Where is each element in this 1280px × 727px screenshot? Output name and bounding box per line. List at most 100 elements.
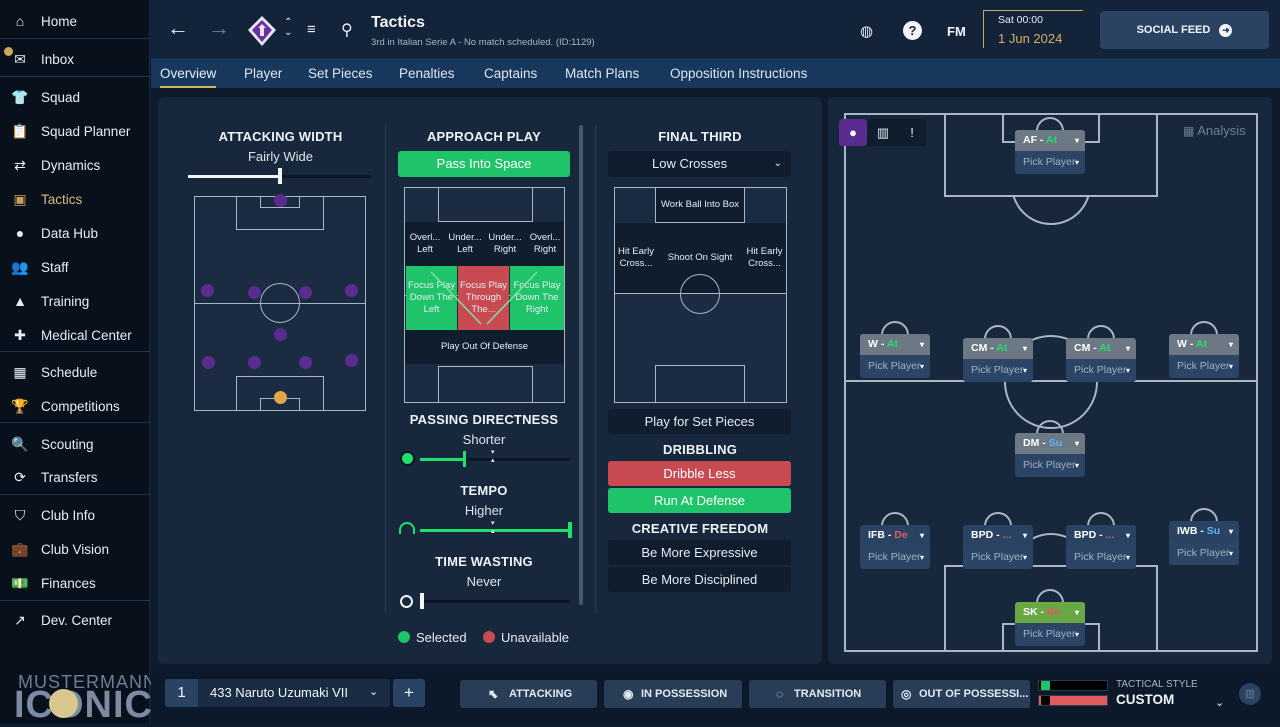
analysis-button[interactable]: ▦ Analysis bbox=[1183, 123, 1265, 143]
tab-set-pieces[interactable]: Set Pieces bbox=[308, 58, 373, 88]
play-out-of-defense-option[interactable]: Play Out Of Defense bbox=[405, 330, 564, 364]
approach-play-selected-button[interactable]: Pass Into Space bbox=[398, 151, 570, 177]
role-label[interactable]: BPD - ... ▾ bbox=[1066, 525, 1136, 546]
role-label[interactable]: IFB - De ▾ bbox=[860, 525, 930, 546]
pick-player-dropdown[interactable]: Pick Player ▾ bbox=[1169, 542, 1239, 565]
run-at-defense-button[interactable]: Run At Defense bbox=[608, 488, 791, 513]
sidebar-item-club-info[interactable]: ⛉ Club Info bbox=[0, 500, 150, 530]
chevron-down-icon[interactable]: ⌄ bbox=[1215, 696, 1224, 709]
time-wasting-slider-handle[interactable] bbox=[420, 593, 424, 609]
search-icon[interactable]: ⚲ bbox=[341, 20, 353, 40]
overlap-left-option[interactable]: Overl... Left bbox=[405, 224, 445, 264]
role-label[interactable]: CM - At ▾ bbox=[1066, 338, 1136, 359]
menu-icon[interactable]: ≡ bbox=[307, 21, 316, 38]
hit-early-crosses-right-option[interactable]: Hit Early Cross... bbox=[743, 223, 786, 293]
role-label[interactable]: IWB - Su ▾ bbox=[1169, 521, 1239, 542]
attacking-width-slider-handle[interactable] bbox=[278, 168, 282, 184]
pick-player-dropdown[interactable]: Pick Player ▾ bbox=[1169, 355, 1239, 378]
role-slot-iwb[interactable]: IWB - Su ▾ Pick Player ▾ bbox=[1169, 521, 1239, 565]
pick-player-dropdown[interactable]: Pick Player ▾ bbox=[963, 359, 1033, 382]
pick-player-dropdown[interactable]: Pick Player ▾ bbox=[1015, 454, 1085, 477]
role-label[interactable]: AF - At ▾ bbox=[1015, 130, 1085, 151]
role-slot-sk[interactable]: SK - De ▾ Pick Player ▾ bbox=[1015, 602, 1085, 646]
sidebar-item-data-hub[interactable]: ● Data Hub bbox=[0, 218, 150, 248]
tab-penalties[interactable]: Penalties bbox=[399, 58, 455, 88]
pick-player-dropdown[interactable]: Pick Player ▾ bbox=[860, 355, 930, 378]
sidebar-item-squad[interactable]: 👕 Squad bbox=[0, 82, 150, 112]
out-of-possession-phase-button[interactable]: ◎ OUT OF POSSESSI... bbox=[893, 680, 1030, 708]
attacking-phase-button[interactable]: ⬉ ATTACKING bbox=[460, 680, 597, 708]
tactic-selector[interactable]: 1 433 Naruto Uzumaki VII ⌄ bbox=[165, 679, 390, 707]
pick-player-dropdown[interactable]: Pick Player ▾ bbox=[963, 546, 1033, 569]
underlap-right-option[interactable]: Under... Right bbox=[485, 224, 525, 264]
sidebar-item-home[interactable]: ⌂ Home bbox=[0, 6, 150, 36]
back-arrow-icon[interactable]: ← bbox=[167, 17, 189, 39]
social-feed-button[interactable]: SOCIAL FEED ➜ bbox=[1100, 11, 1269, 49]
be-more-disciplined-button[interactable]: Be More Disciplined bbox=[608, 567, 791, 592]
fm-logo[interactable]: FM bbox=[947, 24, 966, 39]
bar-chart-icon[interactable]: ▥ bbox=[869, 119, 897, 146]
globe-icon[interactable]: ◍ bbox=[860, 22, 873, 40]
alert-icon[interactable]: ! bbox=[898, 119, 926, 146]
add-tactic-button[interactable]: + bbox=[393, 679, 425, 707]
sidebar-item-competitions[interactable]: 🏆 Competitions bbox=[0, 391, 150, 421]
role-slot-bpd[interactable]: BPD - ... ▾ Pick Player ▾ bbox=[1066, 525, 1136, 569]
sidebar-item-schedule[interactable]: ▦ Schedule bbox=[0, 357, 150, 387]
transition-phase-button[interactable]: ◌ TRANSITION bbox=[749, 680, 886, 708]
club-badge[interactable] bbox=[247, 15, 277, 47]
sidebar-item-inbox[interactable]: ✉ Inbox bbox=[0, 44, 150, 74]
pick-player-dropdown[interactable]: Pick Player ▾ bbox=[860, 546, 930, 569]
hit-early-crosses-left-option[interactable]: Hit Early Cross... bbox=[615, 223, 657, 293]
pick-player-dropdown[interactable]: Pick Player ▾ bbox=[1066, 359, 1136, 382]
help-icon[interactable]: ? bbox=[903, 21, 922, 40]
sidebar-item-dynamics[interactable]: ⇄ Dynamics bbox=[0, 150, 150, 180]
sidebar-item-dev-center[interactable]: ↗ Dev. Center bbox=[0, 605, 150, 635]
role-label[interactable]: SK - De ▾ bbox=[1015, 602, 1085, 623]
role-label[interactable]: W - At ▾ bbox=[1169, 334, 1239, 355]
role-slot-w[interactable]: W - At ▾ Pick Player ▾ bbox=[1169, 334, 1239, 378]
role-label[interactable]: BPD - ... ▾ bbox=[963, 525, 1033, 546]
tab-opposition-instructions[interactable]: Opposition Instructions bbox=[670, 58, 807, 88]
tactical-style-value[interactable]: CUSTOM bbox=[1116, 692, 1174, 707]
role-slot-cm[interactable]: CM - At ▾ Pick Player ▾ bbox=[1066, 338, 1136, 382]
pick-player-dropdown[interactable]: Pick Player ▾ bbox=[1015, 623, 1085, 646]
tab-player[interactable]: Player bbox=[244, 58, 282, 88]
forward-arrow-icon[interactable]: → bbox=[208, 17, 230, 39]
pick-player-dropdown[interactable]: Pick Player ▾ bbox=[1066, 546, 1136, 569]
role-slot-cm[interactable]: CM - At ▾ Pick Player ▾ bbox=[963, 338, 1033, 382]
dribble-less-button[interactable]: Dribble Less bbox=[608, 461, 791, 486]
role-label[interactable]: DM - Su ▾ bbox=[1015, 433, 1085, 454]
sidebar-item-medical-center[interactable]: ✚ Medical Center bbox=[0, 320, 150, 350]
work-ball-into-box-option[interactable]: Work Ball Into Box bbox=[655, 187, 745, 223]
passing-directness-slider-handle[interactable] bbox=[463, 451, 466, 467]
tab-match-plans[interactable]: Match Plans bbox=[565, 58, 639, 88]
role-slot-bpd[interactable]: BPD - ... ▾ Pick Player ▾ bbox=[963, 525, 1033, 569]
sidebar-item-tactics[interactable]: ▣ Tactics bbox=[0, 184, 150, 214]
sidebar-item-scouting[interactable]: 🔍 Scouting bbox=[0, 429, 150, 459]
play-for-set-pieces-button[interactable]: Play for Set Pieces bbox=[608, 409, 791, 434]
sidebar-item-squad-planner[interactable]: 📋 Squad Planner bbox=[0, 116, 150, 146]
time-wasting-slider[interactable] bbox=[420, 600, 570, 603]
chevron-up-down-icon[interactable]: ⌃ ⌄ bbox=[284, 18, 292, 38]
scrollbar[interactable] bbox=[579, 125, 583, 605]
sidebar-item-finances[interactable]: 💵 Finances bbox=[0, 568, 150, 598]
tab-captains[interactable]: Captains bbox=[484, 58, 537, 88]
role-slot-w[interactable]: W - At ▾ Pick Player ▾ bbox=[860, 334, 930, 378]
role-slot-dm[interactable]: DM - Su ▾ Pick Player ▾ bbox=[1015, 433, 1085, 477]
tempo-slider-handle[interactable] bbox=[568, 522, 572, 538]
tab-overview[interactable]: Overview bbox=[160, 58, 217, 88]
role-label[interactable]: W - At ▾ bbox=[860, 334, 930, 355]
person-view-icon[interactable]: ● bbox=[839, 119, 867, 146]
role-slot-af[interactable]: AF - At ▾ Pick Player ▾ bbox=[1015, 130, 1085, 174]
overlap-right-option[interactable]: Overl... Right bbox=[525, 224, 565, 264]
underlap-left-option[interactable]: Under... Left bbox=[445, 224, 485, 264]
sidebar-item-training[interactable]: ▲ Training bbox=[0, 286, 150, 316]
sidebar-item-club-vision[interactable]: 💼 Club Vision bbox=[0, 534, 150, 564]
final-third-dropdown[interactable]: Low Crosses ⌄ bbox=[608, 151, 791, 177]
tactic-stats-icon[interactable]: ▥ bbox=[1239, 683, 1261, 705]
be-more-expressive-button[interactable]: Be More Expressive bbox=[608, 540, 791, 565]
sidebar-item-transfers[interactable]: ⟳ Transfers bbox=[0, 462, 150, 492]
sidebar-item-staff[interactable]: 👥 Staff bbox=[0, 252, 150, 282]
in-possession-phase-button[interactable]: ◉ IN POSSESSION bbox=[604, 680, 742, 708]
pick-player-dropdown[interactable]: Pick Player ▾ bbox=[1015, 151, 1085, 174]
